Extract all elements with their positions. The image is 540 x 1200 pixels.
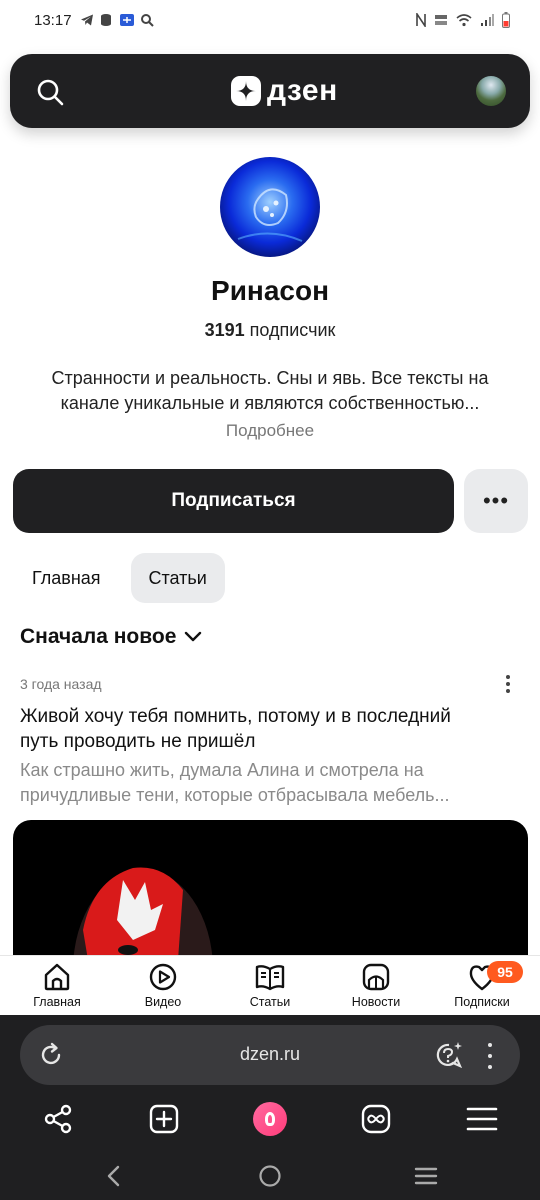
home-icon — [44, 963, 70, 991]
dzen-logo-text: дзен — [267, 74, 338, 107]
user-avatar[interactable] — [476, 76, 506, 106]
article-time: 3 года назад — [20, 676, 102, 692]
nav-label: Новости — [351, 995, 401, 1009]
channel-tabs: Главная Статьи — [14, 553, 225, 603]
browser-menu-icon[interactable] — [486, 1043, 494, 1069]
article-snippet-line: Как страшно жить, думала Алина и смотрел… — [20, 760, 424, 780]
signal-icon — [481, 14, 494, 26]
hamburger-menu-icon[interactable] — [466, 1103, 498, 1135]
description-line: канале уникальные и являются собственнос… — [60, 393, 480, 413]
subscriptions-badge: 95 — [487, 961, 523, 983]
article-cover-art — [73, 867, 213, 960]
address-bar[interactable]: dzen.ru — [20, 1025, 520, 1085]
recent-apps-icon[interactable] — [414, 1166, 438, 1186]
news-icon — [362, 963, 390, 991]
articles-icon — [255, 965, 285, 991]
new-tab-icon[interactable] — [148, 1103, 180, 1135]
subscriber-count: 3191 подписчик — [0, 320, 540, 341]
browser-chrome: dzen.ru — [0, 1015, 540, 1200]
back-icon[interactable] — [106, 1165, 122, 1187]
status-bar: 13:17 — [0, 0, 540, 44]
nav-subscriptions[interactable]: 95 Подписки — [437, 961, 527, 1009]
sort-dropdown[interactable]: Сначала новое — [20, 625, 202, 649]
channel-name: Ринасон — [211, 275, 329, 306]
search-icon[interactable] — [36, 78, 64, 106]
tab-main[interactable]: Главная — [14, 553, 119, 603]
wifi-icon — [456, 14, 472, 27]
status-time: 13:17 — [34, 12, 72, 29]
article-snippet-line: причудливые тени, которые отбрасывала ме… — [20, 785, 450, 805]
tab-articles[interactable]: Статьи — [130, 553, 225, 603]
subscriber-number: 3191 — [204, 320, 245, 340]
description-line: Странности и реальность. Сны и явь. Все … — [51, 368, 489, 388]
telegram-icon — [81, 14, 93, 26]
nav-label: Подписки — [454, 995, 510, 1009]
article-title-line: путь проводить не пришёл — [20, 731, 256, 752]
nav-home[interactable]: Главная — [12, 962, 102, 1009]
channel-avatar — [220, 157, 320, 257]
dzen-logo[interactable]: дзен — [231, 76, 338, 106]
status-system-icons — [416, 12, 510, 28]
volte-icon — [435, 15, 447, 25]
nav-video[interactable]: Видео — [118, 962, 208, 1009]
status-notification-icons — [80, 13, 154, 27]
search-notification-icon — [141, 14, 154, 27]
nav-articles[interactable]: Статьи — [225, 962, 315, 1009]
nav-label: Видео — [144, 995, 182, 1009]
home-button-icon[interactable] — [258, 1164, 282, 1188]
screen: 13:17 дзен Ринасон 3191 подписчик Странн… — [0, 0, 540, 1200]
database-icon — [101, 14, 111, 26]
ai-assistant-icon[interactable] — [434, 1040, 464, 1070]
tabs-icon[interactable] — [360, 1103, 392, 1135]
system-navigation-bar — [0, 1165, 540, 1200]
subscriber-label: подписчик — [249, 320, 336, 340]
alice-assistant-button[interactable] — [253, 1102, 287, 1136]
nav-label: Главная — [33, 995, 81, 1009]
article-title-line: Живой хочу тебя помнить, потому и в посл… — [20, 706, 451, 727]
app-notification-icon — [120, 14, 134, 26]
article-menu-icon[interactable] — [498, 672, 518, 696]
article-title[interactable]: Живой хочу тебя помнить, потому и в посл… — [20, 704, 520, 754]
article-cover-image[interactable] — [13, 820, 528, 960]
app-bottom-nav: Главная Видео Статьи Новости 95 Подписки — [0, 955, 540, 1015]
channel-description: Странности и реальность. Сны и явь. Все … — [20, 366, 520, 416]
battery-icon — [502, 12, 510, 28]
share-icon[interactable] — [42, 1103, 74, 1135]
app-header: дзен — [10, 54, 530, 128]
sort-label: Сначала новое — [20, 625, 177, 648]
more-options-button[interactable]: ••• — [464, 469, 528, 533]
dzen-logo-icon — [231, 76, 261, 106]
nfc-icon — [416, 13, 426, 27]
nav-label: Статьи — [249, 995, 291, 1009]
video-icon — [149, 963, 177, 991]
channel-avatar-art — [237, 188, 303, 242]
nav-news[interactable]: Новости — [331, 962, 421, 1009]
subscribe-button[interactable]: Подписаться — [13, 469, 454, 533]
more-details-link[interactable]: Подробнее — [0, 421, 540, 441]
chevron-down-icon — [185, 631, 202, 642]
article-snippet[interactable]: Как страшно жить, думала Алина и смотрел… — [20, 758, 520, 808]
